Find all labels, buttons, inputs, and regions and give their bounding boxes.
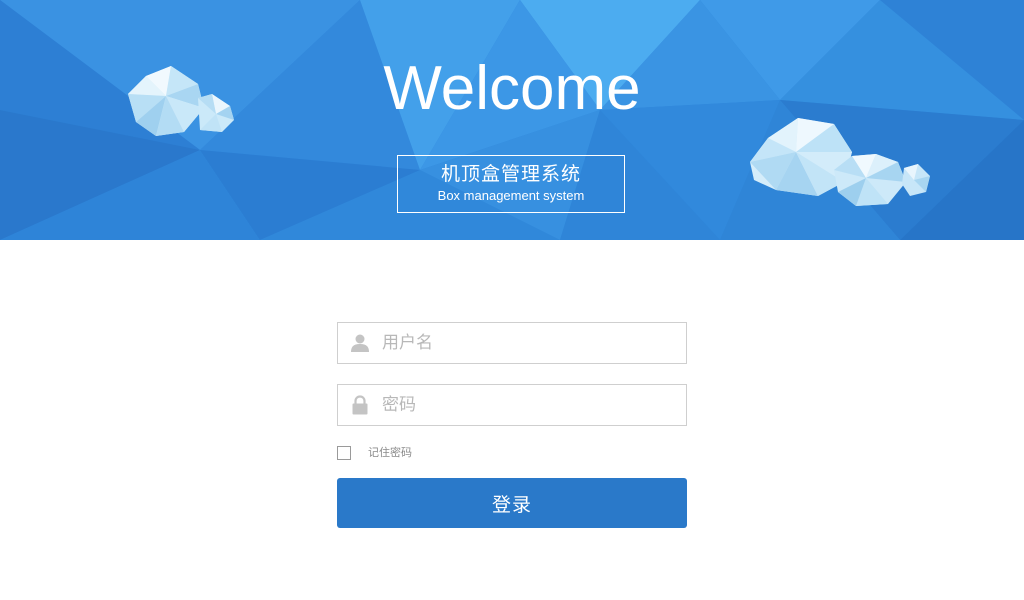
login-form: 记住密码 登录 (337, 322, 687, 528)
cloud-icon (750, 118, 930, 206)
remember-checkbox[interactable] (337, 446, 351, 460)
password-field[interactable] (337, 384, 687, 426)
page-title: Welcome (383, 54, 641, 123)
username-field[interactable] (337, 322, 687, 364)
password-input[interactable] (382, 391, 672, 419)
remember-password[interactable]: 记住密码 (337, 444, 687, 464)
login-button[interactable]: 登录 (337, 478, 687, 528)
subtitle-chinese: 机顶盒管理系统 (440, 163, 581, 185)
header-banner: Welcome 机顶盒管理系统 Box management system (0, 0, 1024, 240)
subtitle-english: Box management system (437, 188, 585, 203)
remember-label[interactable]: 记住密码 (368, 445, 412, 461)
username-input[interactable] (382, 329, 672, 357)
user-icon (351, 334, 369, 352)
lock-icon (352, 395, 368, 415)
subtitle-box: 机顶盒管理系统 Box management system (397, 155, 625, 213)
